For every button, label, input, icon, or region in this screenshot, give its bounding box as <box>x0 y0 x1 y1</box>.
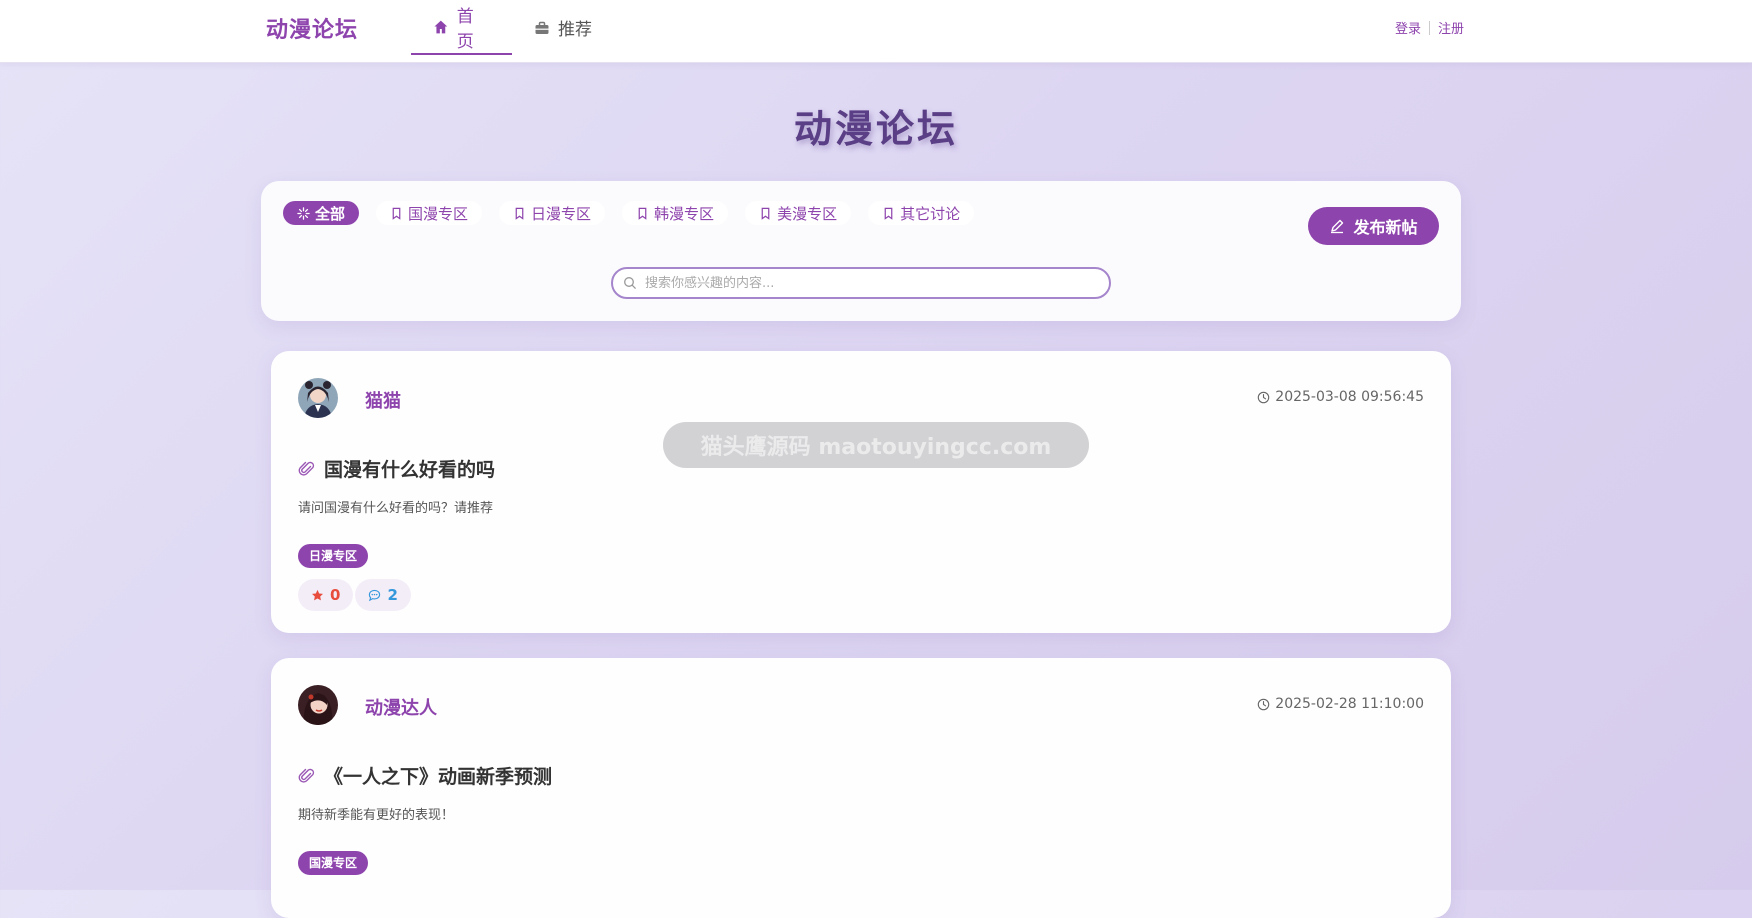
divider <box>1428 20 1430 35</box>
top-navbar: 动漫论坛 首页 推荐 登录 注册 <box>0 0 1752 63</box>
post-category-tag[interactable]: 日漫专区 <box>298 544 369 568</box>
category-guoman[interactable]: 国漫专区 <box>376 201 483 225</box>
post-author[interactable]: 动漫达人 <box>365 694 437 720</box>
comment-count: 2 <box>387 586 398 604</box>
watermark: 猫头鹰源码 maotouyingcc.com <box>663 422 1089 468</box>
like-count: 0 <box>330 586 341 604</box>
category-meiman[interactable]: 美漫专区 <box>745 201 852 225</box>
category-other[interactable]: 其它讨论 <box>868 201 975 225</box>
post-category-tag[interactable]: 国漫专区 <box>298 851 369 875</box>
category-all[interactable]: 全部 <box>283 201 360 225</box>
bookmark-icon <box>392 207 401 220</box>
post-time-text: 2025-02-28 11:10:00 <box>1275 696 1424 712</box>
paperclip-icon <box>298 461 315 476</box>
bookmark-icon <box>761 207 770 220</box>
clock-icon <box>1258 698 1270 710</box>
category-label: 美漫专区 <box>777 204 838 223</box>
post-excerpt: 期待新季能有更好的表现！ <box>298 808 455 823</box>
category-list: 全部 国漫专区 日漫专区 韩漫专区 美漫专区 其它讨论 <box>283 201 975 225</box>
post-author[interactable]: 猫猫 <box>365 387 401 413</box>
post-card[interactable]: 动漫达人 2025-02-28 11:10:00 《一人之下》动画新季预测 期待… <box>271 658 1451 918</box>
login-link[interactable]: 登录 <box>1395 18 1421 37</box>
post-title[interactable]: 《一人之下》动画新季预测 <box>298 762 552 789</box>
post-stats: 0 2 <box>298 579 411 611</box>
avatar[interactable] <box>298 378 338 418</box>
category-label: 日漫专区 <box>531 204 592 223</box>
briefcase-icon <box>535 21 549 34</box>
category-label: 其它讨论 <box>900 204 961 223</box>
post-card[interactable]: 猫猫 2025-03-08 09:56:45 国漫有什么好看的吗 请问国漫有什么… <box>271 351 1451 633</box>
bookmark-icon <box>884 207 893 220</box>
pencil-icon <box>1331 219 1344 234</box>
nav-tab-home[interactable]: 首页 <box>411 0 512 55</box>
sparkle-icon <box>297 206 310 220</box>
post-title[interactable]: 国漫有什么好看的吗 <box>298 455 495 482</box>
search-icon <box>624 277 636 289</box>
avatar[interactable] <box>298 685 338 725</box>
post-excerpt: 请问国漫有什么好看的吗？请推荐 <box>298 501 494 516</box>
hero-title: 动漫论坛 <box>793 106 958 151</box>
nav-tab-label: 首页 <box>456 6 474 52</box>
filter-panel: 全部 国漫专区 日漫专区 韩漫专区 美漫专区 其它讨论 发布新帖 <box>261 181 1461 321</box>
auth-links: 登录 注册 <box>1395 18 1464 37</box>
category-riman[interactable]: 日漫专区 <box>499 201 606 225</box>
brand-logo[interactable]: 动漫论坛 <box>266 12 358 44</box>
category-hanman[interactable]: 韩漫专区 <box>622 201 729 225</box>
category-label: 全部 <box>315 204 346 223</box>
post-time: 2025-03-08 09:56:45 <box>1257 389 1424 405</box>
like-button[interactable]: 0 <box>298 579 354 611</box>
category-label: 国漫专区 <box>408 204 469 223</box>
search-input[interactable] <box>643 274 1109 292</box>
comment-icon <box>369 589 381 601</box>
search-box <box>611 267 1111 299</box>
post-title-text: 国漫有什么好看的吗 <box>324 459 496 481</box>
new-post-label: 发布新帖 <box>1353 218 1418 237</box>
clock-icon <box>1258 391 1270 403</box>
bookmark-icon <box>638 207 647 220</box>
paperclip-icon <box>298 768 315 783</box>
post-time: 2025-02-28 11:10:00 <box>1257 696 1424 712</box>
post-time-text: 2025-03-08 09:56:45 <box>1275 389 1424 405</box>
category-label: 韩漫专区 <box>654 204 715 223</box>
post-title-text: 《一人之下》动画新季预测 <box>324 766 553 788</box>
nav-tab-label: 推荐 <box>558 20 592 40</box>
home-icon <box>434 20 448 33</box>
new-post-button[interactable]: 发布新帖 <box>1308 207 1439 245</box>
register-link[interactable]: 注册 <box>1438 18 1464 37</box>
comment-button[interactable]: 2 <box>355 579 411 611</box>
nav-tab-recommend[interactable]: 推荐 <box>512 0 620 55</box>
bookmark-icon <box>515 207 524 220</box>
star-icon <box>312 589 323 600</box>
